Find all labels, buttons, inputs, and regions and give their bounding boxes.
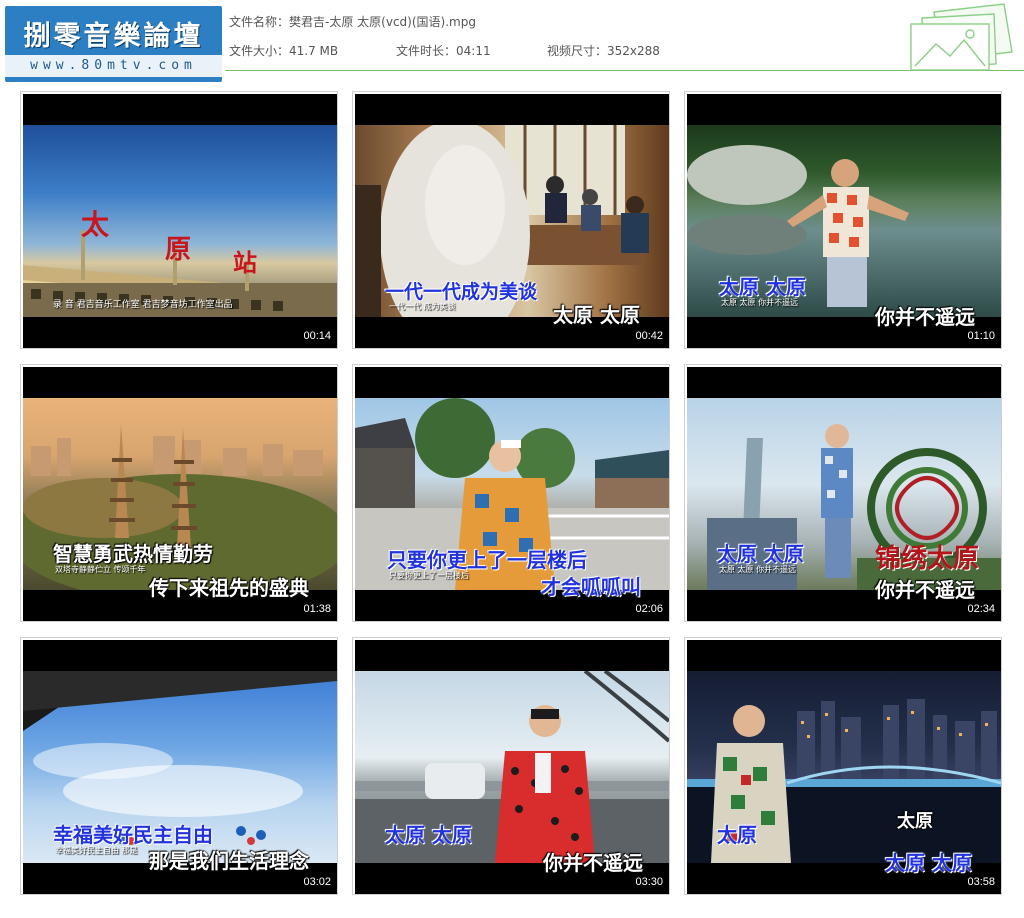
thumbnail-6[interactable]: 太原 太原 太原 太原 你并不遥远 锦绣太原 你并不遥远 02:34 <box>684 364 1002 622</box>
scene-sky: 幸福美好民主自由 幸福美好民主自由 那是 <box>23 671 337 863</box>
lyric-line: 太原 太原 <box>717 542 804 566</box>
file-size-label: 文件大小： <box>229 44 290 58</box>
lyric-line: 只要你更上了一层楼后 <box>387 548 587 572</box>
file-duration-row: 文件时长：04:11 <box>396 42 491 59</box>
lyric-line: 太原 太原 <box>385 823 472 847</box>
thumbnail-5[interactable]: 只要你更上了一层楼后 只要你更上了一层楼后 才会呱呱叫 02:06 <box>352 364 670 622</box>
station-sign-char: 太 <box>81 208 110 241</box>
credit-text: 录 音 君吉音乐工作室 君吉梦音坊工作室出品 <box>53 300 233 310</box>
video-frame: 一代一代成为美谈 一代一代 成为美谈 太原 太原 00:42 <box>355 94 669 348</box>
file-name-label: 文件名称： <box>229 15 290 29</box>
video-frame: 太原 太原 太原 太原 你并不遥远 锦绣太原 你并不遥远 02:34 <box>687 367 1001 621</box>
station-sign-char: 站 <box>233 248 257 277</box>
picture-stack-icon <box>910 3 1013 71</box>
timestamp: 02:06 <box>635 603 663 615</box>
timestamp: 00:14 <box>303 330 331 342</box>
video-frame: 太 原 站 录 音 君吉音乐工作室 君吉梦音坊工作室出品 00:14 <box>23 94 337 348</box>
scene-city-sign: 太原 太原 太原 太原 你并不遥远 锦绣太原 <box>687 398 1001 590</box>
timestamp: 03:30 <box>635 876 663 888</box>
small-caption: 双塔寺静静伫立 传颂千年 <box>55 565 146 574</box>
scene-night-city: 太原 太原 <box>687 671 1001 863</box>
file-name-row: 文件名称：樊君吉-太原 太原(vcd)(国语).mpg <box>229 13 476 30</box>
logo-title: 捌零音樂論壇 <box>23 21 204 52</box>
video-dims-value: 352x288 <box>607 44 660 58</box>
city-sign-text: 锦绣太原 <box>875 544 980 574</box>
small-caption: 太原 太原 你并不遥远 <box>721 298 799 307</box>
small-caption: 幸福美好民主自由 那是 <box>55 846 138 855</box>
lyric-line: 一代一代成为美谈 <box>385 281 538 303</box>
scene-lake: 太原 太原 太原 太原 你并不遥远 <box>687 125 1001 317</box>
lyric-line: 太原 太原 <box>553 303 640 327</box>
scene-temple: 只要你更上了一层楼后 只要你更上了一层楼后 <box>355 398 669 590</box>
small-caption: 太原 太原 你并不遥远 <box>719 565 797 574</box>
small-caption: 一代一代 成为美谈 <box>389 302 456 311</box>
video-frame: 太原 太原 你并不遥远 03:30 <box>355 640 669 894</box>
timestamp: 01:10 <box>967 330 995 342</box>
video-frame: 智慧勇武热情勤劳 双塔寺静静伫立 传颂千年 传下来祖先的盛典 01:38 <box>23 367 337 621</box>
video-frame: 幸福美好民主自由 幸福美好民主自由 那是 那是我们生活理念 03:02 <box>23 640 337 894</box>
thumbnail-1[interactable]: 太 原 站 录 音 君吉音乐工作室 君吉梦音坊工作室出品 00:14 <box>20 91 338 349</box>
thumbnail-9[interactable]: 太原 太原 太原 太原 03:58 <box>684 637 1002 895</box>
thumbnail-4[interactable]: 智慧勇武热情勤劳 双塔寺静静伫立 传颂千年 传下来祖先的盛典 01:38 <box>20 364 338 622</box>
video-frame: 太原 太原 太原 太原 你并不遥远 你并不遥远 01:10 <box>687 94 1001 348</box>
site-logo: 捌零音樂論壇 www.80mtv.com <box>5 6 222 82</box>
lyric-line: 传下来祖先的盛典 <box>149 576 309 600</box>
thumbnail-7[interactable]: 幸福美好民主自由 幸福美好民主自由 那是 那是我们生活理念 03:02 <box>20 637 338 895</box>
lyric-line: 你并不遥远 <box>875 305 975 329</box>
scene-twin-pagodas: 智慧勇武热情勤劳 双塔寺静静伫立 传颂千年 <box>23 398 337 590</box>
file-name-value: 樊君吉-太原 太原(vcd)(国语).mpg <box>289 15 476 29</box>
timestamp: 03:02 <box>303 876 331 888</box>
logo-url: www.80mtv.com <box>5 55 222 77</box>
lyric-line: 那是我们生活理念 <box>149 849 309 873</box>
lyric-line: 幸福美好民主自由 <box>53 823 213 847</box>
lyric-line: 智慧勇武热情勤劳 <box>53 542 213 566</box>
scene-bridge-road: 太原 太原 <box>355 671 669 863</box>
small-caption: 只要你更上了一层楼后 <box>389 571 469 580</box>
timestamp: 01:38 <box>303 603 331 615</box>
thumbnail-2[interactable]: 一代一代成为美谈 一代一代 成为美谈 太原 太原 00:42 <box>352 91 670 349</box>
thumbnail-3[interactable]: 太原 太原 太原 太原 你并不遥远 你并不遥远 01:10 <box>684 91 1002 349</box>
video-frame: 只要你更上了一层楼后 只要你更上了一层楼后 才会呱呱叫 02:06 <box>355 367 669 621</box>
timestamp: 02:34 <box>967 603 995 615</box>
lyric-line: 太原 太原 <box>719 275 806 299</box>
file-size-value: 41.7 MB <box>289 44 339 58</box>
file-duration-label: 文件时长： <box>396 44 457 58</box>
file-size-row: 文件大小：41.7 MB <box>229 42 338 59</box>
station-sign-char: 原 <box>165 235 192 265</box>
timestamp: 00:42 <box>635 330 663 342</box>
video-dims-label: 视频尺寸： <box>547 44 608 58</box>
lyric-line: 才会呱呱叫 <box>541 575 641 599</box>
timestamp: 03:58 <box>967 876 995 888</box>
lyric-line: 太原 太原 <box>885 851 972 875</box>
scene-station: 太 原 站 录 音 君吉音乐工作室 君吉梦音坊工作室出品 <box>23 125 337 317</box>
lyric-line: 你并不遥远 <box>543 851 643 875</box>
video-dims-row: 视频尺寸：352x288 <box>547 42 660 59</box>
lyric-line: 太原 <box>897 811 933 832</box>
thumbnail-8[interactable]: 太原 太原 你并不遥远 03:30 <box>352 637 670 895</box>
scene-restaurant: 一代一代成为美谈 一代一代 成为美谈 <box>355 125 669 317</box>
video-frame: 太原 太原 太原 太原 03:58 <box>687 640 1001 894</box>
file-info-header: 捌零音樂論壇 www.80mtv.com 文件名称：樊君吉-太原 太原(vcd)… <box>0 0 1024 84</box>
file-duration-value: 04:11 <box>456 44 491 58</box>
lyric-line: 太原 <box>717 823 757 847</box>
lyric-line: 你并不遥远 <box>875 578 975 602</box>
